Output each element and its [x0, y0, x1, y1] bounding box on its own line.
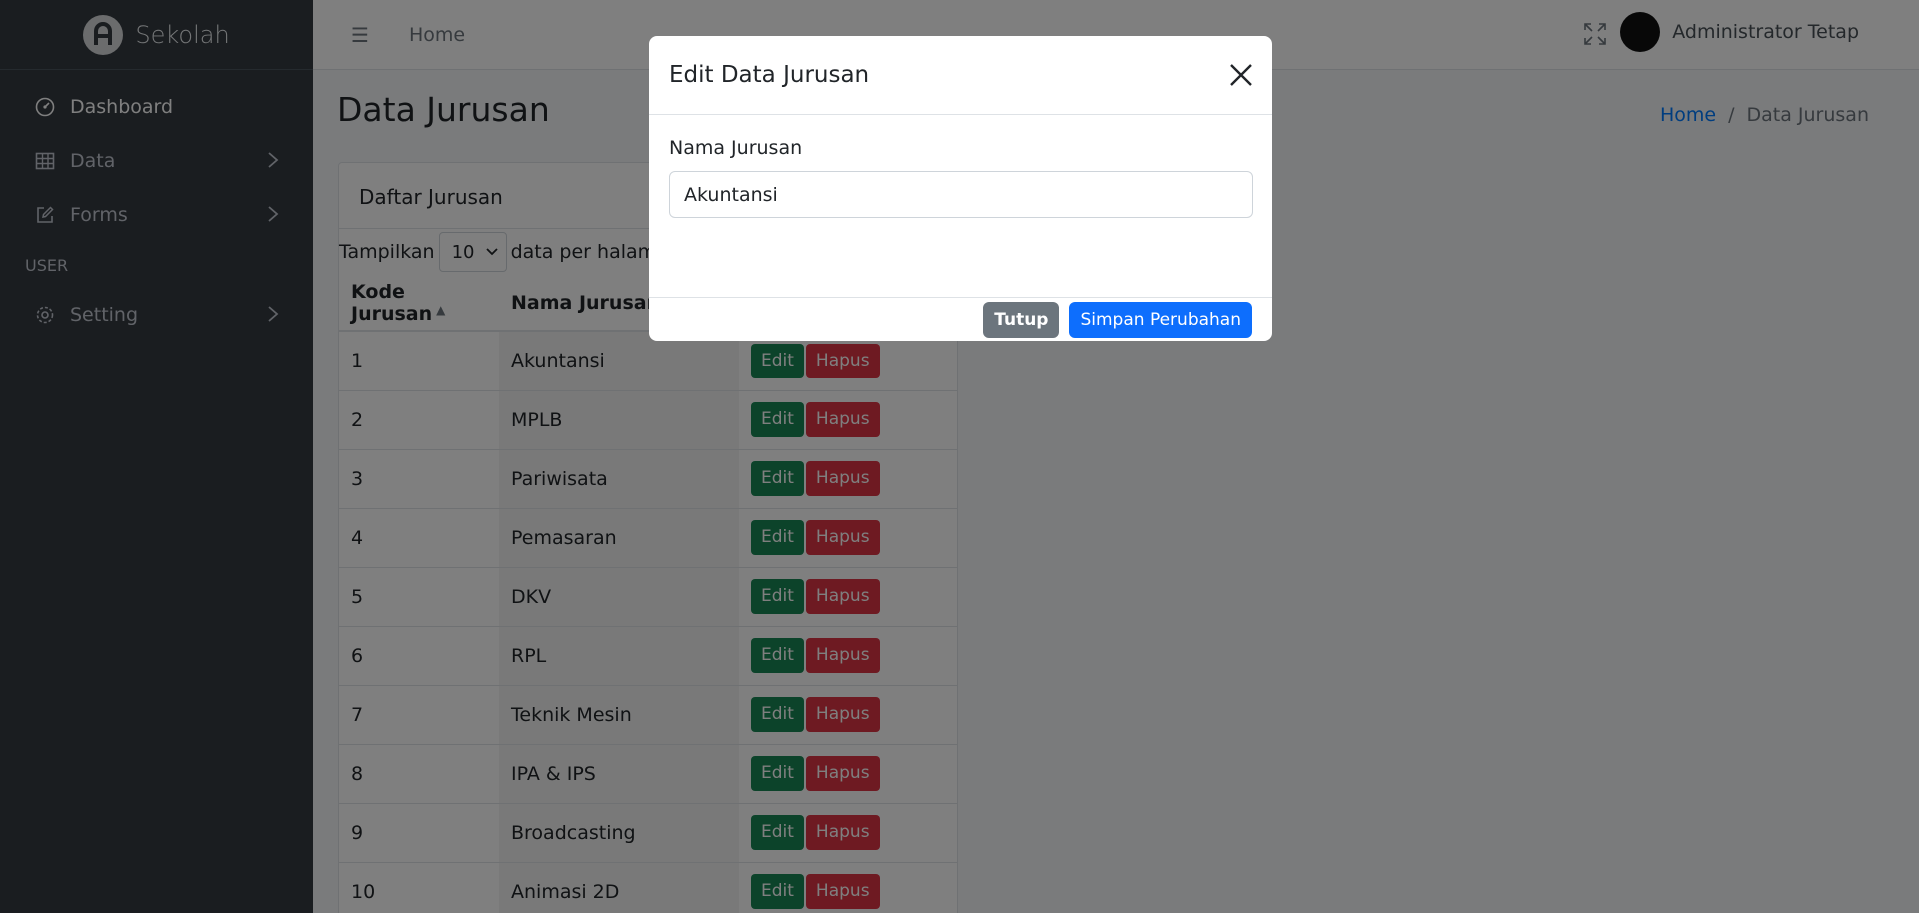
modal-footer: Tutup Simpan Perubahan — [649, 298, 1272, 341]
close-button[interactable]: Tutup — [983, 301, 1060, 338]
close-icon[interactable] — [1228, 62, 1254, 93]
save-changes-button[interactable]: Simpan Perubahan — [1069, 301, 1252, 338]
edit-jurusan-modal: Edit Data Jurusan Nama Jurusan Tutup Sim… — [649, 36, 1272, 341]
nama-jurusan-label: Nama Jurusan — [669, 137, 803, 159]
modal-title: Edit Data Jurusan — [669, 62, 870, 88]
nama-jurusan-input[interactable] — [669, 171, 1253, 218]
modal-header: Edit Data Jurusan — [649, 36, 1272, 115]
modal-body: Nama Jurusan — [649, 115, 1272, 298]
